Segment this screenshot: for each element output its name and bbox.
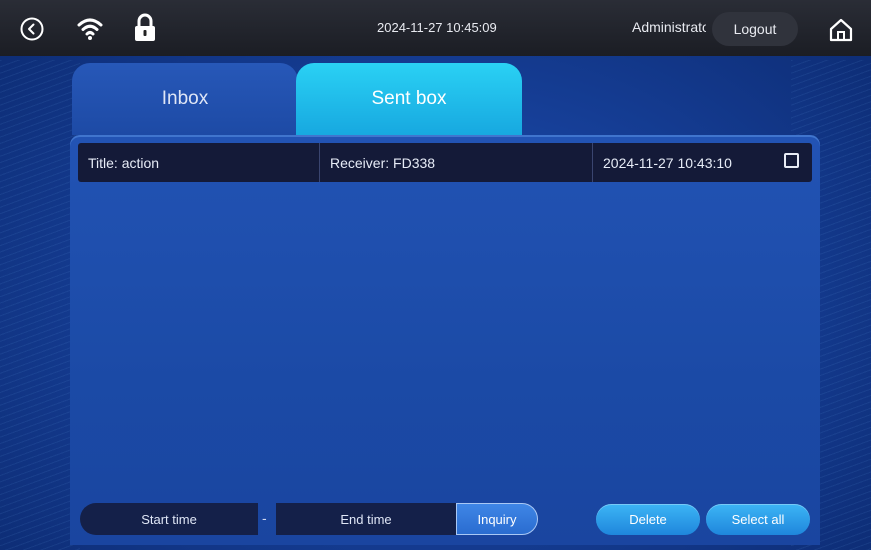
delete-button[interactable]: Delete xyxy=(596,504,700,535)
lock-icon xyxy=(133,13,157,43)
message-receiver-cell: Receiver: FD338 xyxy=(320,143,593,182)
tab-sent-box[interactable]: Sent box xyxy=(296,63,522,135)
home-icon[interactable] xyxy=(827,16,855,44)
current-datetime: 2024-11-27 10:45:09 xyxy=(377,20,497,35)
tab-inbox[interactable]: Inbox xyxy=(72,63,298,135)
wifi-icon xyxy=(76,16,104,42)
background-wave-left xyxy=(0,60,80,550)
end-time-field[interactable]: End time xyxy=(276,503,456,535)
message-receiver: FD338 xyxy=(393,154,436,171)
select-all-button[interactable]: Select all xyxy=(706,504,810,535)
message-list-panel xyxy=(70,135,820,545)
row-checkbox[interactable] xyxy=(784,153,799,168)
message-title: action xyxy=(121,154,160,171)
start-time-field[interactable]: Start time xyxy=(80,503,258,535)
logout-button[interactable]: Logout xyxy=(712,12,798,46)
back-icon[interactable] xyxy=(20,17,44,41)
message-time: 2024-11-27 10:43:10 xyxy=(603,154,732,171)
message-title-cell: Title: action xyxy=(78,143,320,182)
top-bar: 2024-11-27 10:45:09 Administrator Logout xyxy=(0,0,871,56)
receiver-label: Receiver: xyxy=(330,154,390,171)
inquiry-button[interactable]: Inquiry xyxy=(456,503,538,535)
user-name: Administrator xyxy=(632,19,706,35)
message-row[interactable]: Title: action Receiver: FD338 2024-11-27… xyxy=(78,143,812,182)
message-time-cell: 2024-11-27 10:43:10 xyxy=(593,143,772,182)
title-label: Title: xyxy=(88,154,118,171)
time-range-separator: - xyxy=(262,510,267,526)
